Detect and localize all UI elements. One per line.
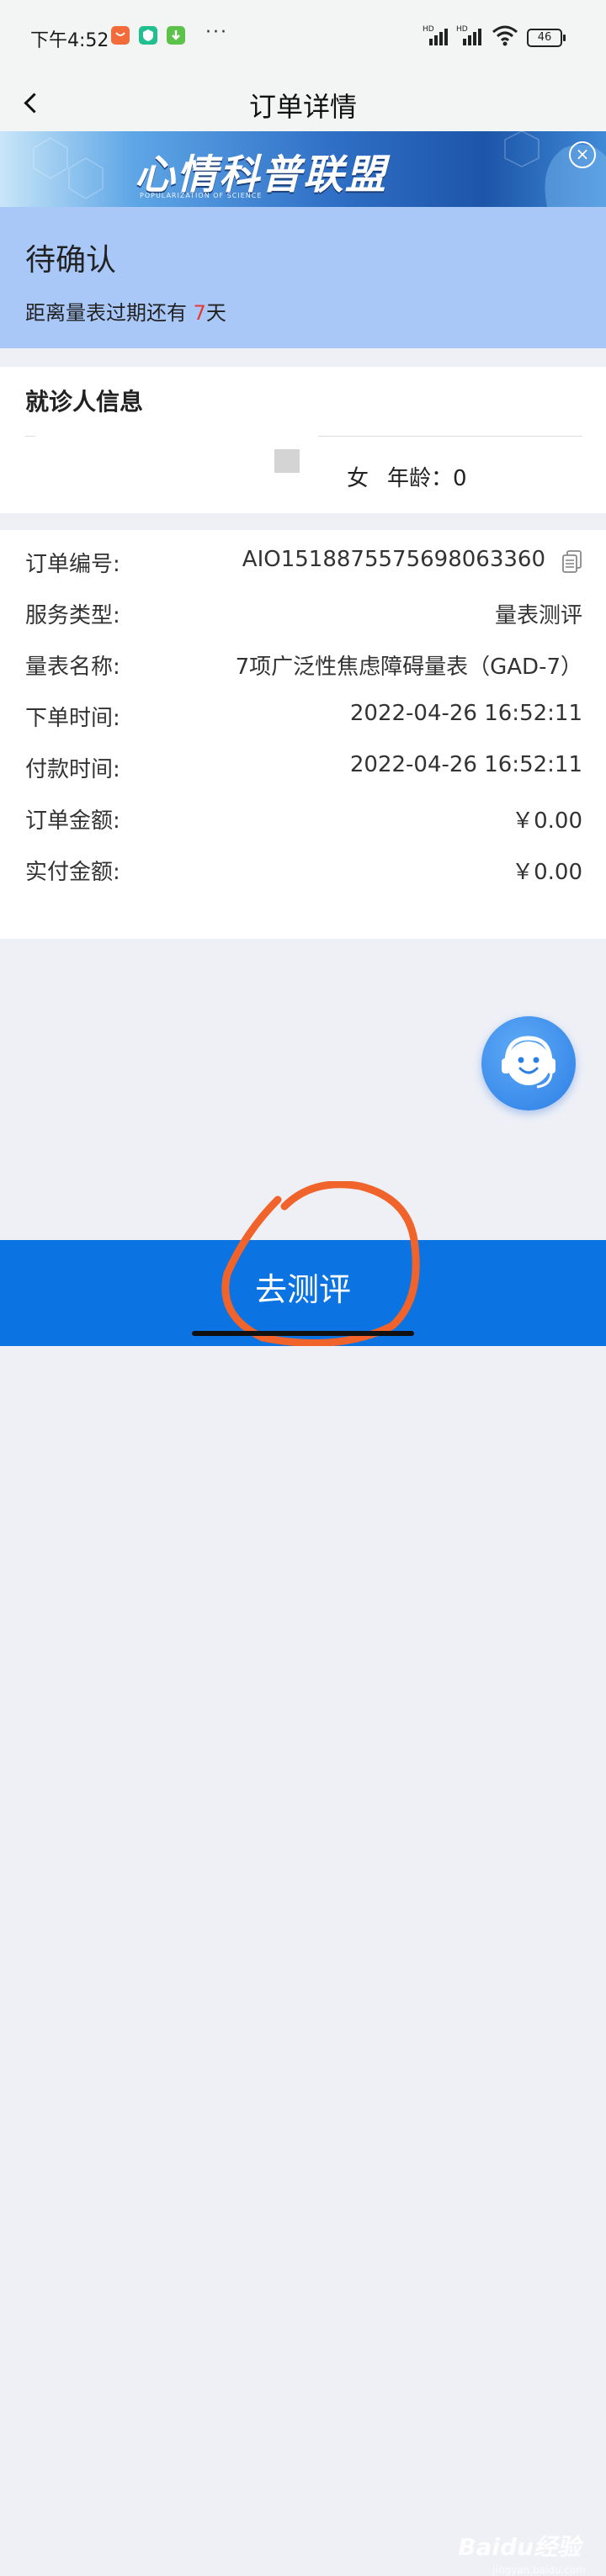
order-row-amount: 订单金额: ￥0.00 bbox=[25, 803, 582, 837]
order-amount-label: 订单金额: bbox=[25, 808, 120, 834]
more-dots-icon: ··· bbox=[205, 22, 228, 43]
svg-text:HD: HD bbox=[456, 25, 468, 34]
status-bar: 下午4:52 ··· HD HD 46 bbox=[0, 0, 606, 74]
home-indicator[interactable] bbox=[192, 1331, 414, 1336]
app-green-shield-icon bbox=[139, 26, 157, 45]
patient-info-heading: 就诊人信息 bbox=[25, 388, 144, 416]
order-number-value: AIO1518875575698063360 bbox=[242, 547, 545, 572]
app-orange-icon bbox=[111, 26, 130, 45]
page-title: 订单详情 bbox=[248, 91, 357, 123]
paid-amount-label: 实付金额: bbox=[25, 860, 120, 885]
expire-days: 7 bbox=[193, 301, 206, 325]
paid-amount-value: ￥0.00 bbox=[512, 860, 582, 885]
expire-prefix: 距离量表过期还有 bbox=[25, 301, 194, 325]
divider bbox=[25, 436, 35, 437]
order-row-pay-time: 付款时间: 2022-04-26 16:52:11 bbox=[25, 752, 582, 786]
order-row-order-time: 下单时间: 2022-04-26 16:52:11 bbox=[25, 701, 582, 734]
banner-subtitle: POPULARIZATION OF SCIENCE bbox=[140, 192, 263, 199]
order-status-card: 待确认 距离量表过期还有 7天 bbox=[0, 207, 606, 348]
order-time-label: 下单时间: bbox=[25, 706, 120, 731]
scale-name-label: 量表名称: bbox=[25, 655, 120, 680]
order-time-value: 2022-04-26 16:52:11 bbox=[349, 701, 582, 726]
watermark-url: jingyan.baidu.com bbox=[492, 2564, 586, 2576]
status-time: 下午4:52 bbox=[30, 30, 109, 51]
service-type-label: 服务类型: bbox=[25, 603, 120, 628]
wifi-icon bbox=[492, 24, 518, 50]
patient-age: 年龄：0 bbox=[387, 461, 467, 492]
navigation-bar: 订单详情 bbox=[0, 74, 606, 131]
signal-icon: HD bbox=[456, 24, 485, 50]
order-row-scale-name: 量表名称: 7项广泛性焦虑障碍量表（GAD-7） bbox=[25, 649, 582, 683]
order-row-number: 订单编号: AIO1518875575698063360 bbox=[25, 547, 582, 580]
order-amount-value: ￥0.00 bbox=[512, 808, 582, 834]
battery-icon: 46 bbox=[527, 29, 566, 47]
signal-icon: HD bbox=[423, 24, 451, 50]
headset-agent-icon bbox=[502, 1036, 556, 1089]
patient-gender: 女 bbox=[347, 466, 369, 491]
expire-suffix: 天 bbox=[205, 301, 226, 325]
close-circle-icon[interactable]: × bbox=[569, 141, 596, 168]
order-details-card: 订单编号: AIO1518875575698063360 服务类型: 量表测评 … bbox=[0, 530, 606, 939]
customer-service-button[interactable] bbox=[481, 1016, 576, 1110]
copy-icon[interactable] bbox=[562, 550, 582, 574]
start-assessment-button[interactable]: 去测评 bbox=[0, 1264, 606, 1310]
patient-info-card: 就诊人信息 女 年龄：0 bbox=[0, 367, 606, 513]
age-value: 0 bbox=[453, 466, 467, 491]
scale-name-value: 7项广泛性焦虑障碍量表（GAD-7） bbox=[235, 655, 582, 680]
pay-time-label: 付款时间: bbox=[25, 757, 120, 782]
order-status-title: 待确认 bbox=[25, 243, 117, 278]
redacted-patient-name bbox=[274, 449, 300, 473]
pay-time-value: 2022-04-26 16:52:11 bbox=[349, 752, 582, 777]
expire-notice: 距离量表过期还有 7天 bbox=[25, 296, 226, 326]
divider bbox=[318, 436, 582, 437]
service-type-value: 量表测评 bbox=[494, 603, 582, 628]
order-number-label: 订单编号: bbox=[25, 552, 120, 577]
order-row-service-type: 服务类型: 量表测评 bbox=[25, 598, 582, 632]
promo-banner[interactable]: 心情科普联盟 POPULARIZATION OF SCIENCE × bbox=[0, 131, 606, 207]
watermark-logo: Baidu经验 bbox=[458, 2533, 581, 2561]
app-green-download-icon bbox=[167, 26, 185, 45]
svg-text:HD: HD bbox=[423, 25, 434, 34]
age-label: 年龄： bbox=[387, 466, 454, 491]
order-row-paid-amount: 实付金额: ￥0.00 bbox=[25, 855, 582, 888]
